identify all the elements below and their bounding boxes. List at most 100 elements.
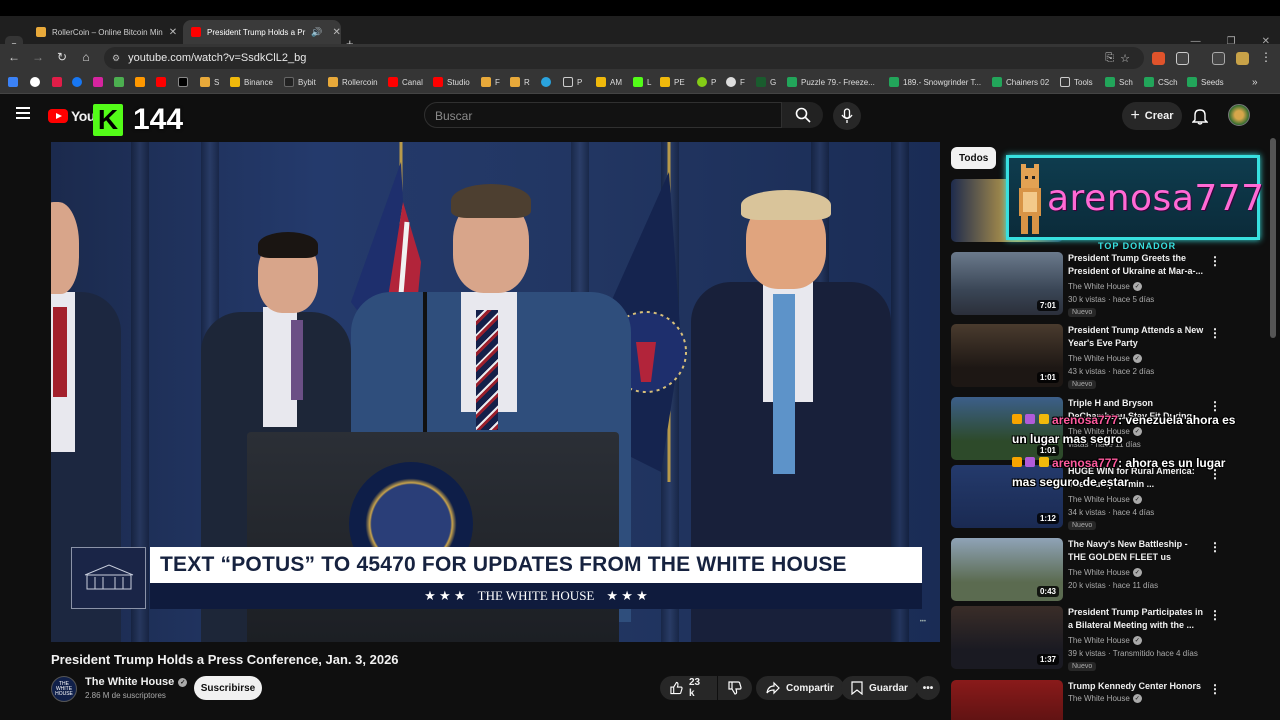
bookmark-x[interactable] <box>178 77 188 87</box>
menu-icon[interactable] <box>16 107 30 119</box>
audio-playing-icon[interactable]: 🔊 <box>311 27 322 38</box>
recommendation-title[interactable]: Trump Kennedy Center Honors <box>1068 680 1208 693</box>
more-vertical-icon[interactable]: ⋮ <box>1209 254 1221 268</box>
bookmark-g[interactable]: G <box>756 77 776 87</box>
forward-icon[interactable]: → <box>30 50 46 64</box>
recommendation-meta: 39 k vistas · Transmitido hace 4 días <box>1068 649 1198 658</box>
bell-icon <box>1191 109 1209 125</box>
reading-list-icon[interactable] <box>1212 52 1225 65</box>
bookmarks-overflow-icon[interactable]: » <box>1252 77 1258 88</box>
bookmark-icon-only[interactable] <box>52 77 62 87</box>
voice-search-button[interactable] <box>833 102 861 130</box>
badge-icon <box>1012 414 1022 424</box>
extensions-puzzle-icon[interactable] <box>1176 52 1189 65</box>
bookmark-puzzle-79[interactable]: Puzzle 79.- Freeze... <box>787 77 875 87</box>
recommendation-channel[interactable]: The White House ✓ <box>1068 568 1142 577</box>
recommendation-channel[interactable]: The White House ✓ <box>1068 354 1142 363</box>
profile-icon[interactable] <box>1236 52 1249 65</box>
bookmark-icon-only[interactable] <box>8 77 18 87</box>
video-player[interactable]: TEXT “POTUS” TO 45470 FOR UPDATES FROM T… <box>51 142 940 642</box>
like-button[interactable]: 23 k <box>660 676 717 700</box>
bookmark-studio[interactable]: Studio <box>433 77 470 87</box>
bookmark-l[interactable]: L <box>633 77 651 87</box>
browser-menu-icon[interactable]: ⋮ <box>1258 50 1274 64</box>
bookmark-icon-only[interactable] <box>93 77 103 87</box>
bookmark-am[interactable]: AM <box>596 77 622 87</box>
bookmark-sch[interactable]: Sch <box>1105 77 1133 87</box>
video-thumbnail[interactable] <box>951 680 1063 720</box>
reload-icon[interactable]: ↻ <box>54 50 70 64</box>
create-button[interactable]: + Crear <box>1122 102 1182 130</box>
more-actions-button[interactable]: ••• <box>916 676 940 700</box>
extension-fox-icon[interactable] <box>1152 52 1165 65</box>
video-thumbnail[interactable]: 1:37 <box>951 606 1063 669</box>
close-tab-icon[interactable]: ✕ <box>169 27 177 38</box>
close-tab-icon[interactable]: ✕ <box>332 27 340 38</box>
share-button[interactable]: Compartir <box>756 676 844 700</box>
kick-logo-icon: K <box>93 104 123 136</box>
video-thumbnail[interactable]: 7:01 <box>951 252 1063 315</box>
sidebar-scrollbar[interactable] <box>1270 138 1276 338</box>
recommendation-title[interactable]: President Trump Participates in a Bilate… <box>1068 606 1208 632</box>
channel-name[interactable]: The White House ✓ <box>85 676 188 688</box>
bookmark-s[interactable]: S <box>200 77 219 87</box>
bookmark-folder-p[interactable]: P <box>563 77 582 87</box>
recommendation-item[interactable]: Trump Kennedy Center Honors The White Ho… <box>951 680 1251 720</box>
bookmark-icon-only[interactable] <box>135 77 145 87</box>
save-button[interactable]: Guardar <box>841 676 918 700</box>
bookmark-f[interactable]: F <box>481 77 500 87</box>
bookmark-chainers-02[interactable]: Chainers 02 <box>992 77 1049 87</box>
video-thumbnail[interactable]: 1:01 <box>951 324 1063 387</box>
recommendation-item[interactable]: 0:43 The Navy's New Battleship - THE GOL… <box>951 538 1251 601</box>
bookmark-folder-tools[interactable]: Tools <box>1060 77 1093 87</box>
tab-rollercoin[interactable]: RollerCoin – Online Bitcoin Min ✕ <box>28 20 180 44</box>
more-vertical-icon[interactable]: ⋮ <box>1209 682 1221 696</box>
bookmark-star-icon[interactable]: ☆ <box>1120 52 1130 65</box>
bookmark-csch[interactable]: CSch <box>1144 77 1178 87</box>
video-thumbnail[interactable]: 0:43 <box>951 538 1063 601</box>
tab-youtube-video[interactable]: President Trump Holds a Pr 🔊 ✕ <box>183 20 341 44</box>
dislike-button[interactable] <box>718 676 752 700</box>
bookmark-telegram[interactable] <box>541 77 551 87</box>
recommendation-title[interactable]: President Trump Greets the President of … <box>1068 252 1208 278</box>
address-bar[interactable]: ⚙ youtube.com/watch?v=SsdkClL2_bg ⎘ ☆ <box>104 47 1144 69</box>
notifications-button[interactable] <box>1191 107 1209 130</box>
bookmark-seeds[interactable]: Seeds <box>1187 77 1224 87</box>
recommendation-item[interactable]: 7:01 President Trump Greets the Presiden… <box>951 252 1251 318</box>
bookmark-r[interactable]: R <box>510 77 530 87</box>
recommendation-channel[interactable]: The White House ✓ <box>1068 282 1142 291</box>
recommendation-title[interactable]: President Trump Attends a New Year's Eve… <box>1068 324 1208 350</box>
recommendation-title[interactable]: The Navy's New Battleship - THE GOLDEN F… <box>1068 538 1208 564</box>
more-vertical-icon[interactable]: ⋮ <box>1209 326 1221 340</box>
bookmark-f2[interactable]: F <box>726 77 745 87</box>
recommendation-item[interactable]: 1:37 President Trump Participates in a B… <box>951 606 1251 672</box>
bookmark-canal[interactable]: Canal <box>388 77 423 87</box>
more-vertical-icon[interactable]: ⋮ <box>1209 608 1221 622</box>
search-input[interactable]: Buscar <box>424 102 782 128</box>
back-icon[interactable]: ← <box>6 50 22 64</box>
search-button[interactable] <box>782 102 823 128</box>
site-info-icon[interactable]: ⚙ <box>112 53 120 64</box>
bookmark-pe[interactable]: PE <box>660 77 685 87</box>
recommendation-channel[interactable]: The White House ✓ <box>1068 694 1142 703</box>
bookmark-189-snowgrinder[interactable]: 189.- Snowgrinder T... <box>889 77 981 87</box>
bookmark-binance[interactable]: Binance <box>230 77 273 87</box>
bookmark-p[interactable]: P <box>697 77 716 87</box>
subscribe-button[interactable]: Suscribirse <box>194 676 262 700</box>
recommendation-channel[interactable]: The White House ✓ <box>1068 636 1142 645</box>
recommendation-item[interactable]: 1:01 President Trump Attends a New Year'… <box>951 324 1251 390</box>
badge-icon <box>1038 457 1049 467</box>
bookmark-icon-only[interactable] <box>30 77 40 87</box>
bookmark-icon-only[interactable] <box>114 77 124 87</box>
home-icon[interactable]: ⌂ <box>78 50 94 64</box>
channel-avatar[interactable]: THE WHITE HOUSE <box>51 676 77 702</box>
bookmark-bybit[interactable]: Bybit <box>284 77 316 87</box>
chip-todos[interactable]: Todos <box>951 147 997 169</box>
more-vertical-icon[interactable]: ⋮ <box>1209 540 1221 554</box>
account-avatar[interactable] <box>1228 104 1250 126</box>
bookmark-icon-only[interactable] <box>72 77 82 87</box>
install-app-icon[interactable]: ⎘ <box>1105 52 1114 65</box>
bookmark-icon-only[interactable] <box>156 77 166 87</box>
bookmark-rollercoin[interactable]: Rollercoin <box>328 77 378 87</box>
recommendation-channel[interactable]: The White House ✓ <box>1068 495 1142 504</box>
